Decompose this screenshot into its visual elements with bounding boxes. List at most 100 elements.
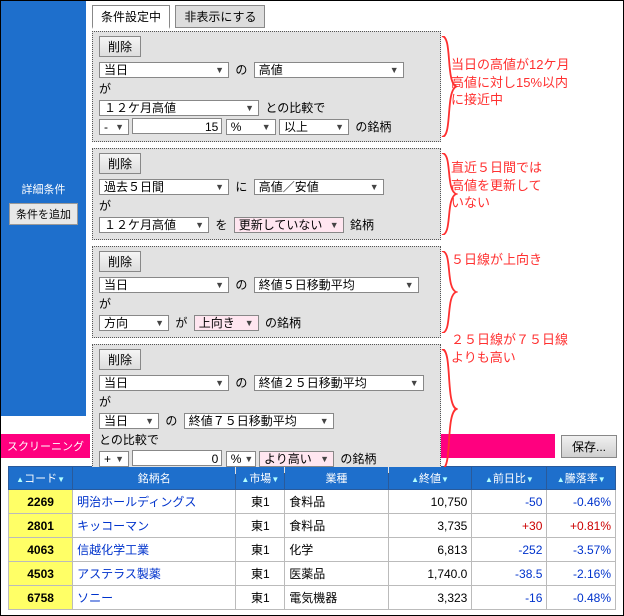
code-cell: 4063 — [9, 538, 73, 562]
chevron-down-icon: ▼ — [245, 103, 254, 113]
sector-cell: 食料品 — [285, 514, 388, 538]
add-condition-button[interactable]: 条件を追加 — [9, 203, 78, 225]
delete-button[interactable]: 削除 — [99, 349, 141, 370]
chevron-down-icon: ▼ — [155, 318, 164, 328]
market-cell: 東1 — [236, 586, 285, 610]
market-cell: 東1 — [236, 514, 285, 538]
chevron-down-icon: ▼ — [244, 454, 253, 464]
diff-cell: -38.5 — [472, 562, 547, 586]
ref-select[interactable]: １２ケ月高値▼ — [99, 217, 209, 233]
chevron-down-icon: ▼ — [410, 378, 419, 388]
period-select[interactable]: 当日▼ — [99, 62, 229, 78]
chevron-down-icon: ▼ — [335, 122, 344, 132]
period-select[interactable]: 過去５日間▼ — [99, 179, 229, 195]
name-cell[interactable]: 信越化学工業 — [73, 538, 236, 562]
screening-label: スクリーニング — [1, 434, 90, 458]
sign-select[interactable]: +▼ — [99, 451, 129, 467]
condition-block-2: 削除 過去５日間▼ に 高値／安値▼ が １２ケ月高値▼ を 更新していない▼ … — [92, 148, 441, 240]
unit-select[interactable]: %▼ — [226, 119, 276, 135]
action-select[interactable]: 更新していない▼ — [234, 217, 344, 233]
code-cell: 2269 — [9, 490, 73, 514]
pct-cell: -2.16% — [547, 562, 616, 586]
pct-cell: -0.46% — [547, 490, 616, 514]
delete-button[interactable]: 削除 — [99, 153, 141, 174]
direction-select[interactable]: 上向き▼ — [194, 315, 259, 331]
col-close[interactable]: ▲終値▼ — [388, 467, 472, 490]
close-cell: 10,750 — [388, 490, 472, 514]
chevron-down-icon: ▼ — [215, 182, 224, 192]
chevron-down-icon: ▼ — [330, 220, 339, 230]
col-diff[interactable]: ▲前日比▼ — [472, 467, 547, 490]
table-row: 2269明治ホールディングス東1食料品10,750-50-0.46% — [9, 490, 616, 514]
sector-cell: 医薬品 — [285, 562, 388, 586]
sidebar: 詳細条件 条件を追加 — [1, 1, 86, 416]
condition-block-1: 削除 当日▼ の 高値▼ が １２ケ月高値▼ との比較で -▼ 15 %▼ — [92, 31, 441, 142]
direction-select[interactable]: 以上▼ — [279, 119, 349, 135]
col-name[interactable]: 銘柄名 — [73, 467, 236, 490]
chevron-down-icon: ▼ — [215, 65, 224, 75]
hide-button[interactable]: 非表示にする — [175, 5, 265, 28]
chevron-down-icon: ▼ — [115, 454, 124, 464]
field-select[interactable]: 高値▼ — [254, 62, 404, 78]
chevron-down-icon: ▼ — [320, 454, 329, 464]
name-cell[interactable]: アステラス製薬 — [73, 562, 236, 586]
ref-select[interactable]: １２ケ月高値▼ — [99, 100, 259, 116]
table-row: 6758ソニー東1電気機器3,323-16-0.48% — [9, 586, 616, 610]
value-input[interactable]: 15 — [132, 118, 222, 134]
code-cell: 6758 — [9, 586, 73, 610]
col-code[interactable]: ▲コード▼ — [9, 467, 73, 490]
col-market[interactable]: ▲市場▼ — [236, 467, 285, 490]
col-sector[interactable]: 業種 — [285, 467, 388, 490]
diff-cell: -16 — [472, 586, 547, 610]
close-cell: 3,323 — [388, 586, 472, 610]
direction-select[interactable]: より高い▼ — [259, 451, 334, 467]
table-row: 4063信越化学工業東1化学6,813-252-3.57% — [9, 538, 616, 562]
diff-cell: -252 — [472, 538, 547, 562]
name-cell[interactable]: ソニー — [73, 586, 236, 610]
sector-cell: 化学 — [285, 538, 388, 562]
chevron-down-icon: ▼ — [215, 280, 224, 290]
chevron-down-icon: ▼ — [145, 416, 154, 426]
results-table: ▲コード▼ 銘柄名 ▲市場▼ 業種 ▲終値▼ ▲前日比▼ ▲騰落率▼ 2269明… — [8, 466, 616, 610]
annotation-1: 当日の高値が12ケ月 高値に対し15%以内 に接近中 — [451, 56, 569, 109]
chevron-down-icon: ▼ — [370, 182, 379, 192]
market-cell: 東1 — [236, 538, 285, 562]
chevron-down-icon: ▼ — [215, 378, 224, 388]
chevron-down-icon: ▼ — [262, 122, 271, 132]
field-select[interactable]: 高値／安値▼ — [254, 179, 384, 195]
chevron-down-icon: ▼ — [245, 318, 254, 328]
pct-cell: -3.57% — [547, 538, 616, 562]
field-select[interactable]: 終値２５日移動平均▼ — [254, 375, 424, 391]
delete-button[interactable]: 削除 — [99, 36, 141, 57]
chevron-down-icon: ▼ — [320, 416, 329, 426]
chevron-down-icon: ▼ — [390, 65, 399, 75]
code-cell: 2801 — [9, 514, 73, 538]
period-select[interactable]: 当日▼ — [99, 375, 229, 391]
col-pct[interactable]: ▲騰落率▼ — [547, 467, 616, 490]
pct-cell: -0.48% — [547, 586, 616, 610]
table-row: 4503アステラス製薬東1医薬品1,740.0-38.5-2.16% — [9, 562, 616, 586]
value-input[interactable]: 0 — [132, 450, 222, 466]
condition-block-3: 削除 当日▼ の 終値５日移動平均▼ が 方向▼ が 上向き▼ の銘柄 — [92, 246, 441, 338]
field-select[interactable]: 終値５日移動平均▼ — [254, 277, 419, 293]
diff-cell: -50 — [472, 490, 547, 514]
delete-button[interactable]: 削除 — [99, 251, 141, 272]
tab-conditions[interactable]: 条件設定中 — [92, 5, 170, 29]
diff-cell: +30 — [472, 514, 547, 538]
ref-select[interactable]: 方向▼ — [99, 315, 169, 331]
chevron-down-icon: ▼ — [115, 122, 124, 132]
unit-select[interactable]: %▼ — [226, 451, 256, 467]
pct-cell: +0.81% — [547, 514, 616, 538]
code-cell: 4503 — [9, 562, 73, 586]
name-cell[interactable]: 明治ホールディングス — [73, 490, 236, 514]
annotation-3: ５日線が上向き — [451, 251, 542, 269]
close-cell: 6,813 — [388, 538, 472, 562]
sign-select[interactable]: -▼ — [99, 119, 129, 135]
name-cell[interactable]: キッコーマン — [73, 514, 236, 538]
chevron-down-icon: ▼ — [195, 220, 204, 230]
period-select[interactable]: 当日▼ — [99, 277, 229, 293]
field2-select[interactable]: 終値７５日移動平均▼ — [184, 413, 334, 429]
annotation-4: ２５日線が７５日線 よりも高い — [451, 331, 568, 366]
period2-select[interactable]: 当日▼ — [99, 413, 159, 429]
sector-cell: 食料品 — [285, 490, 388, 514]
